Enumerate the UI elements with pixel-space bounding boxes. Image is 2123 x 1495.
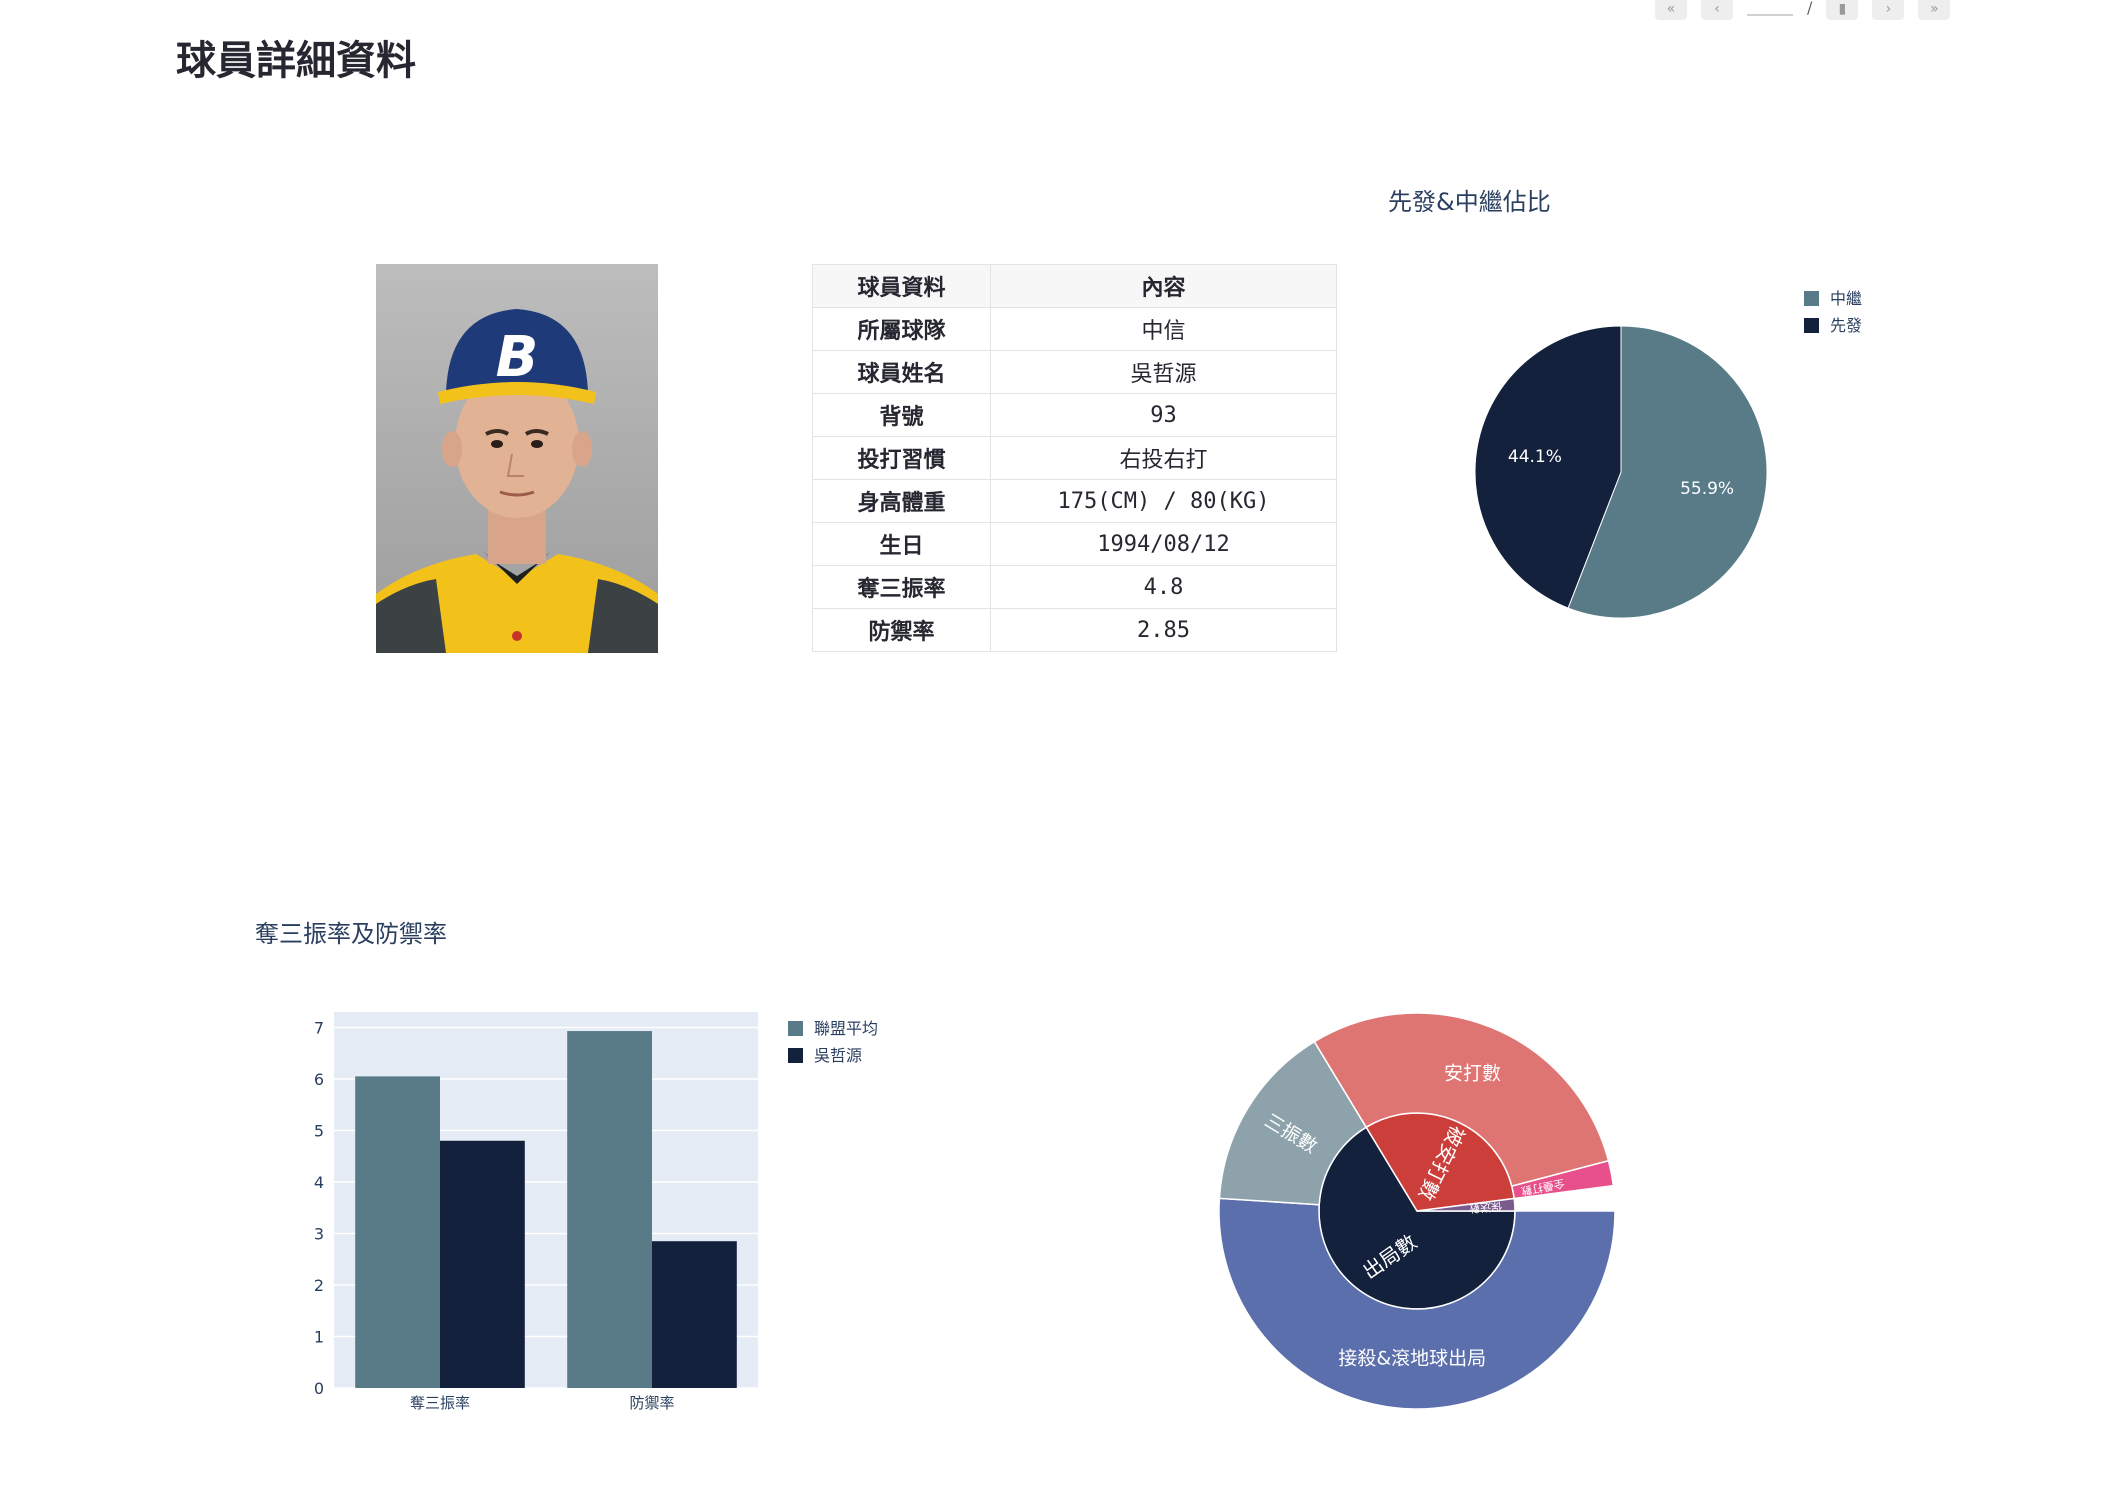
row-key: 生日 xyxy=(812,522,991,566)
sunburst-label-groundfly: 接殺&滾地球出局 xyxy=(1338,1347,1486,1369)
bar-ytick-label: 5 xyxy=(314,1121,324,1140)
sunburst-label-walk: 保送數 xyxy=(1469,1200,1503,1216)
row-key: 所屬球隊 xyxy=(812,307,991,351)
header-field: 球員資料 xyxy=(812,264,991,308)
bar-legend-label-0: 聯盟平均 xyxy=(814,1019,878,1038)
bar-ytick-label: 3 xyxy=(314,1224,324,1243)
bar-ytick-label: 7 xyxy=(314,1018,324,1037)
bar-ytick-label: 6 xyxy=(314,1070,324,1089)
page-number-input[interactable] xyxy=(1747,0,1793,16)
row-key: 投打習慣 xyxy=(812,436,991,480)
page-separator: / xyxy=(1807,0,1813,17)
double-chevron-left-icon: « xyxy=(1666,1,1676,17)
table-row: 背號 93 xyxy=(812,393,1337,437)
row-value: 1994/08/12 xyxy=(990,522,1337,566)
page-icon: ▮ xyxy=(1838,1,1847,17)
pie-slice-label-0: 55.9% xyxy=(1680,479,1734,499)
chevron-left-icon: ‹ xyxy=(1714,1,1720,17)
bar-xtick-label: 奪三振率 xyxy=(410,1394,470,1412)
bar-1-0 xyxy=(567,1031,652,1388)
player-photo: B xyxy=(376,264,658,653)
last-page-button[interactable]: » xyxy=(1918,0,1951,20)
table-row: 所屬球隊 中信 xyxy=(812,307,1337,351)
row-value: 175(CM) / 80(KG) xyxy=(990,479,1337,523)
sunburst-label-hits: 安打數 xyxy=(1444,1062,1501,1084)
bar-0-1 xyxy=(440,1140,525,1388)
bar-0-0 xyxy=(355,1076,440,1388)
row-value: 吳哲源 xyxy=(990,350,1337,394)
chevron-right-icon: › xyxy=(1885,1,1892,17)
row-key: 奪三振率 xyxy=(812,565,991,609)
page-count-indicator: ▮ xyxy=(1826,0,1859,20)
pie-legend-label-0: 中繼 xyxy=(1830,289,1862,308)
double-chevron-right-icon: » xyxy=(1930,1,1939,17)
header-content: 內容 xyxy=(990,264,1337,308)
pie-chart: 55.9% 44.1% 中繼先發 xyxy=(1474,289,1862,619)
bar-legend-label-1: 吳哲源 xyxy=(814,1046,862,1065)
row-value: 中信 xyxy=(990,307,1337,351)
table-header-row: 球員資料 內容 xyxy=(812,264,1337,308)
row-value: 右投右打 xyxy=(990,436,1337,480)
row-value: 4.8 xyxy=(990,565,1337,609)
prev-page-button[interactable]: ‹ xyxy=(1701,0,1733,20)
bar-chart-title: 奪三振率及防禦率 xyxy=(255,920,447,948)
player-photo-illustration: B xyxy=(376,309,658,653)
pie-legend-label-1: 先發 xyxy=(1830,316,1862,335)
row-value: 93 xyxy=(990,393,1337,437)
row-key: 球員姓名 xyxy=(812,350,991,394)
cap-logo-letter: B xyxy=(496,325,539,390)
bar-legend-swatch-0 xyxy=(788,1021,803,1036)
bar-1-1 xyxy=(652,1241,737,1388)
bar-ytick-label: 2 xyxy=(314,1276,324,1295)
bar-ytick-label: 1 xyxy=(314,1327,324,1346)
bar-ytick-label: 4 xyxy=(314,1173,324,1192)
bar-ytick-label: 0 xyxy=(314,1379,324,1398)
table-row: 防禦率 2.85 xyxy=(812,608,1337,652)
bar-legend-swatch-1 xyxy=(788,1048,803,1063)
row-key: 身高體重 xyxy=(812,479,991,523)
table-row: 球員姓名 吳哲源 xyxy=(812,350,1337,394)
player-info-table: 球員資料 內容 所屬球隊 中信 球員姓名 吳哲源 背號 93 投打習慣 右投右打 身高體… xyxy=(812,264,1337,652)
pagination-toolbar: « ‹ / ▮ › » xyxy=(1655,0,1951,22)
table-row: 奪三振率 4.8 xyxy=(812,565,1337,609)
page-title: 球員詳細資料 xyxy=(176,38,416,84)
pie-slice-label-1: 44.1% xyxy=(1508,447,1562,467)
row-value: 2.85 xyxy=(990,608,1337,652)
pie-legend-swatch-1 xyxy=(1804,318,1819,333)
sunburst-chart: 接殺&滾地球出局三振數出局數安打數全壘打數被安打數保送數 xyxy=(1218,1012,1616,1410)
row-key: 背號 xyxy=(812,393,991,437)
next-page-button[interactable]: › xyxy=(1872,0,1905,20)
table-row: 生日 1994/08/12 xyxy=(812,522,1337,566)
bar-xtick-label: 防禦率 xyxy=(629,1394,674,1412)
table-row: 身高體重 175(CM) / 80(KG) xyxy=(812,479,1337,523)
bar-chart: 0 1 2 3 4 5 6 7 奪三振率 防禦率 聯盟平均吳哲源 xyxy=(314,1012,878,1412)
row-key: 防禦率 xyxy=(812,608,991,652)
first-page-button[interactable]: « xyxy=(1655,0,1687,20)
pie-legend-swatch-0 xyxy=(1804,291,1819,306)
table-row: 投打習慣 右投右打 xyxy=(812,436,1337,480)
pie-chart-title: 先發&中繼佔比 xyxy=(1388,188,1551,216)
